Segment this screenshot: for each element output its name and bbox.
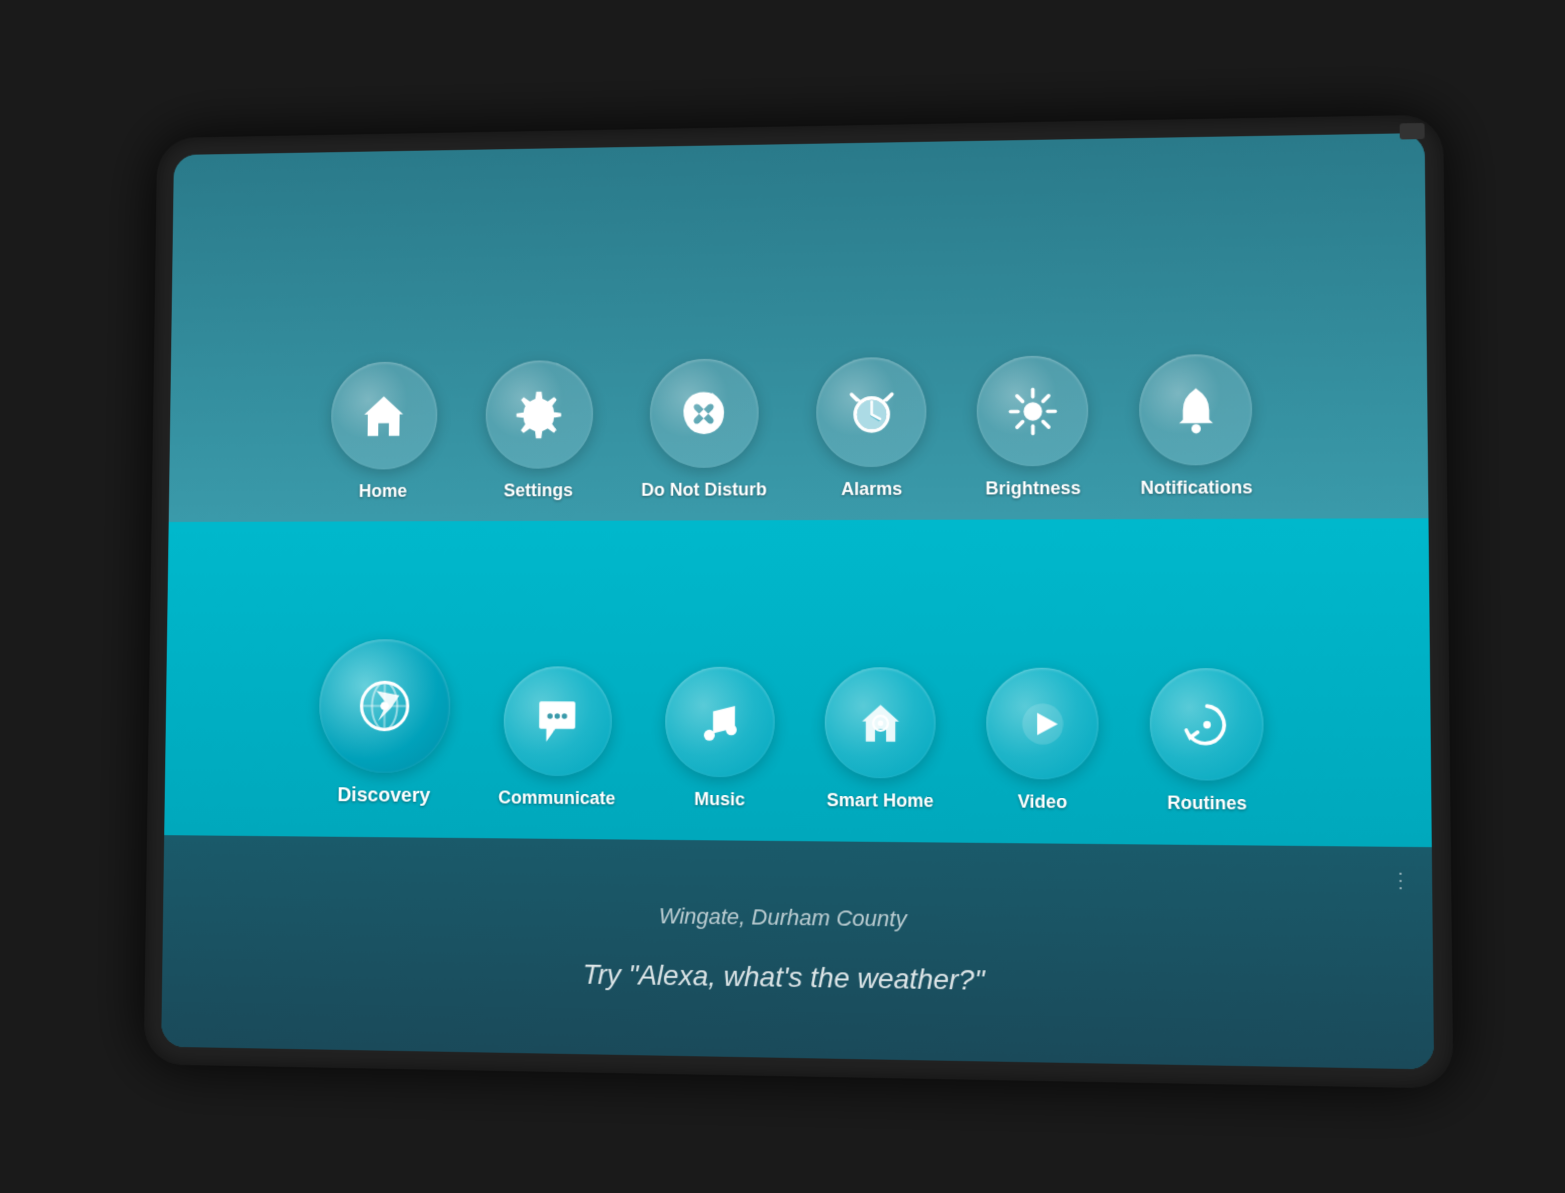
settings-label: Settings <box>503 480 573 501</box>
music-icon-circle <box>664 666 774 777</box>
home-label: Home <box>358 481 406 502</box>
menu-item-routines[interactable]: Routines <box>1149 668 1264 815</box>
camera <box>1399 122 1424 139</box>
discovery-label: Discovery <box>337 784 430 808</box>
communicate-label: Communicate <box>498 787 615 809</box>
device-frame: Home Settings Do Not D <box>143 114 1453 1088</box>
menu-item-brightness[interactable]: Brightness <box>977 355 1089 499</box>
menu-item-video[interactable]: Video <box>986 667 1099 813</box>
alarms-label: Alarms <box>841 478 902 499</box>
brightness-label: Brightness <box>985 477 1080 499</box>
alarms-icon-circle <box>816 356 926 466</box>
dnd-label: Do Not Disturb <box>641 479 767 500</box>
home-icon-circle <box>330 361 437 469</box>
more-options-icon[interactable]: ⋮ <box>1389 867 1410 893</box>
bottom-menu-row: Discovery Communicate <box>164 518 1432 847</box>
communicate-icon-circle <box>502 666 611 776</box>
menu-item-alarms[interactable]: Alarms <box>816 356 926 499</box>
video-label: Video <box>1017 791 1067 813</box>
smart-home-label: Smart Home <box>826 789 933 811</box>
menu-item-discovery[interactable]: Discovery <box>318 639 451 808</box>
settings-icon-circle <box>484 360 592 469</box>
footer-area: Wingate, Durham County Try "Alexa, what'… <box>161 835 1434 1069</box>
top-menu-row: Home Settings Do Not D <box>168 133 1428 522</box>
routines-label: Routines <box>1167 792 1247 814</box>
menu-item-communicate[interactable]: Communicate <box>498 666 616 809</box>
location-text: Wingate, Durham County <box>658 903 906 932</box>
device-screen: Home Settings Do Not D <box>161 133 1434 1069</box>
menu-item-home[interactable]: Home <box>329 361 436 501</box>
brightness-icon-circle <box>977 355 1089 466</box>
music-label: Music <box>694 788 745 810</box>
routines-icon-circle <box>1149 668 1263 781</box>
discovery-icon-circle <box>318 639 450 773</box>
video-icon-circle <box>986 667 1099 779</box>
suggestion-text: Try "Alexa, what's the weather?" <box>582 958 984 996</box>
notifications-label: Notifications <box>1140 477 1252 499</box>
menu-item-dnd[interactable]: Do Not Disturb <box>641 358 767 500</box>
menu-item-settings[interactable]: Settings <box>484 360 592 501</box>
menu-item-smart-home[interactable]: Smart Home <box>824 667 935 812</box>
notifications-icon-circle <box>1139 353 1252 465</box>
menu-item-music[interactable]: Music <box>664 666 774 810</box>
menu-item-notifications[interactable]: Notifications <box>1139 353 1253 498</box>
dnd-icon-circle <box>649 358 758 468</box>
smart-home-icon-circle <box>824 667 935 778</box>
